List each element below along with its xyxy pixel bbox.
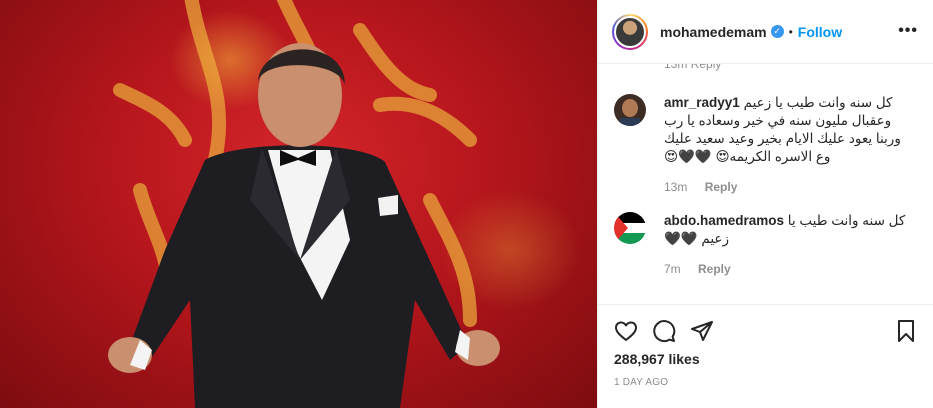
comment-meta: 7m Reply <box>664 262 918 276</box>
action-icons <box>614 313 918 349</box>
follow-button[interactable]: Follow <box>798 24 842 40</box>
comment-time: 13m <box>664 180 688 194</box>
comments-list[interactable]: 13m Reply amr_radyy1 كل سنه وانت طيب يا … <box>598 64 933 304</box>
comment-username[interactable]: amr_radyy1 <box>664 95 740 110</box>
heart-icon[interactable] <box>614 319 638 343</box>
comment-time: 7m <box>664 262 681 276</box>
separator-dot: • <box>788 24 793 39</box>
post-photo[interactable] <box>0 0 597 408</box>
instagram-post: mohamedemam ✓ • Follow ••• 13m Reply amr… <box>0 0 933 408</box>
bookmark-icon[interactable] <box>894 319 918 343</box>
share-icon[interactable] <box>690 319 714 343</box>
comment-text: abdo.hamedramos كل سنه وانت طيب يا زعيم … <box>664 212 918 248</box>
avatar-image <box>614 15 646 48</box>
photo-illustration <box>108 0 580 408</box>
likes-count[interactable]: 288,967 likes <box>614 351 918 367</box>
verified-badge-icon: ✓ <box>770 25 784 38</box>
clipped-comment-meta: 13m Reply <box>664 64 722 71</box>
palestine-flag-avatar <box>614 212 646 244</box>
post-header: mohamedemam ✓ • Follow ••• <box>598 0 933 64</box>
comment-username[interactable]: abdo.hamedramos <box>664 213 784 228</box>
post-sidebar: mohamedemam ✓ • Follow ••• 13m Reply amr… <box>597 0 933 408</box>
comment-item: abdo.hamedramos كل سنه وانت طيب يا زعيم … <box>614 212 918 276</box>
author-username[interactable]: mohamedemam <box>660 24 767 40</box>
commenter-avatar[interactable] <box>614 94 646 126</box>
commenter-avatar[interactable] <box>614 212 646 244</box>
comment-text: amr_radyy1 كل سنه وانت طيب يا زعيم وعقبا… <box>664 94 918 166</box>
comment-item: amr_radyy1 كل سنه وانت طيب يا زعيم وعقبا… <box>614 94 918 194</box>
reply-button[interactable]: Reply <box>698 262 731 276</box>
comment-body: abdo.hamedramos كل سنه وانت طيب يا زعيم … <box>664 212 918 276</box>
comment-meta: 13m Reply <box>664 180 918 194</box>
post-date[interactable]: 1 DAY AGO <box>614 377 918 388</box>
comment-icon[interactable] <box>652 319 676 343</box>
comment-body: amr_radyy1 كل سنه وانت طيب يا زعيم وعقبا… <box>664 94 918 194</box>
light-glow <box>440 190 580 310</box>
more-options-icon[interactable]: ••• <box>898 22 918 40</box>
reply-button[interactable]: Reply <box>705 180 738 194</box>
author-avatar[interactable] <box>612 13 648 50</box>
post-actions: 288,967 likes 1 DAY AGO <box>598 304 933 408</box>
